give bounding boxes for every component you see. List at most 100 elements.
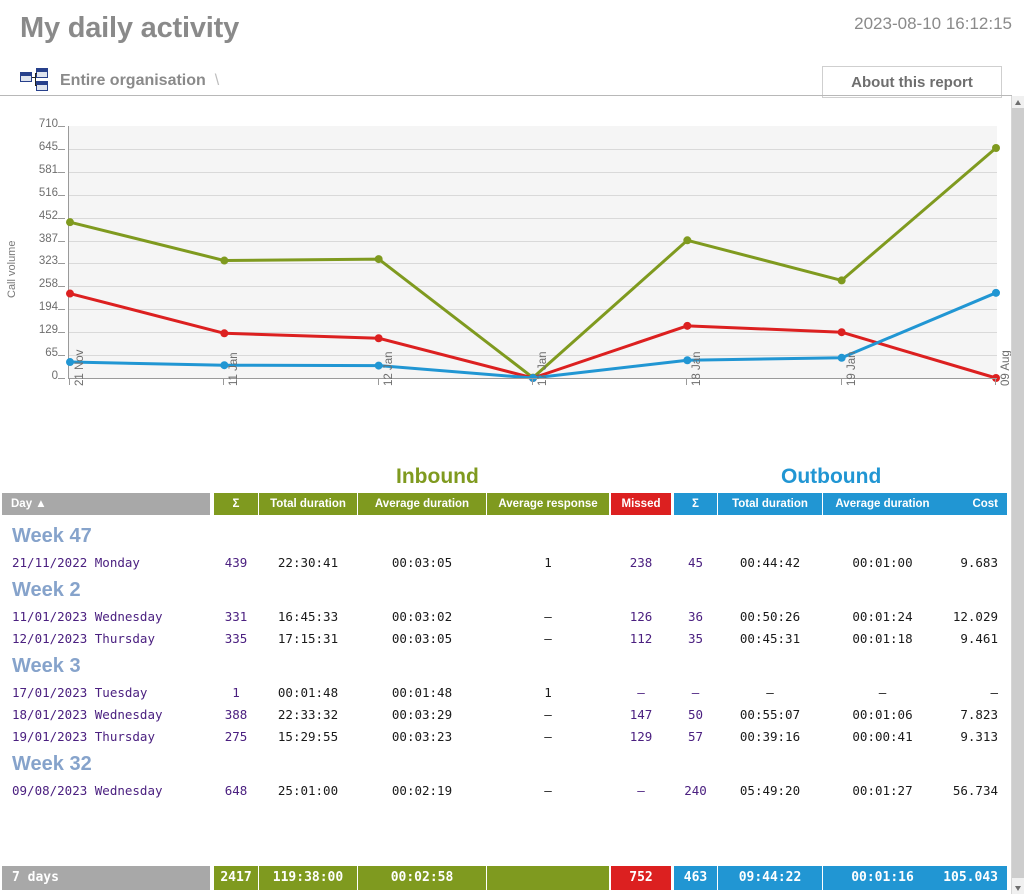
table-row[interactable]: 12/01/2023 Thursday 335 17:15:31 00:03:05 – 1… (0, 628, 1012, 650)
chart-point-outbound (374, 361, 383, 370)
chart-y-tick-mark (58, 149, 65, 151)
cell-day: 17/01/2023 Tuesday (12, 685, 148, 700)
cell-missed: 238 (629, 555, 653, 570)
cell-missed: – (637, 783, 645, 798)
cell-day: 21/11/2022 Monday (12, 555, 140, 570)
cell-in_resp: – (544, 707, 552, 722)
cell-missed: 147 (629, 707, 653, 722)
cell-missed: 129 (629, 729, 653, 744)
cell-in_resp: – (544, 783, 552, 798)
table-header-in_total[interactable]: Total duration (259, 493, 357, 515)
table-row[interactable]: 17/01/2023 Tuesday 1 00:01:48 00:01:48 1 – – – –… (0, 682, 1012, 704)
table-header-in_sum[interactable]: Σ (214, 493, 258, 515)
cell-out_total: 00:44:42 (739, 555, 801, 570)
cell-out_sum: 36 (687, 609, 704, 624)
chart-y-tick-label: 258 (38, 278, 58, 291)
scroll-down-arrow-icon[interactable] (1012, 882, 1024, 894)
chart-point-inbound (683, 236, 692, 245)
chart-y-tick-label: 452 (38, 209, 58, 222)
cell-missed: 112 (629, 631, 653, 646)
page-title: My daily activity (20, 12, 240, 44)
chart-point-missed (374, 334, 383, 343)
scroll-up-arrow-icon[interactable] (1012, 96, 1024, 108)
chart-y-tick-label: 516 (38, 186, 58, 199)
cell-in_avg: 00:03:23 (391, 729, 453, 744)
chart-y-tick-label: 0 (51, 370, 58, 382)
chart-y-axis-title: Call volume (6, 240, 18, 298)
table-header-in_avg[interactable]: Average duration (358, 493, 486, 515)
table-row[interactable]: 09/08/2023 Wednesday 648 25:01:00 00:02:19 –… (0, 780, 1012, 802)
chart-point-missed (66, 289, 74, 298)
cell-out_sum: 240 (684, 783, 707, 798)
table-header-in_resp[interactable]: Average response (487, 493, 609, 515)
chart-y-tick-mark (58, 332, 65, 334)
vertical-scrollbar[interactable] (1011, 96, 1024, 894)
table-header-cost[interactable]: Cost (933, 493, 1007, 515)
chart-point-inbound (220, 256, 229, 265)
table-body: Week 47 21/11/2022 Monday 439 22:30:41 00:03… (0, 520, 1012, 802)
table-header-out_sum[interactable]: Σ (674, 493, 717, 515)
cell-in_avg: 00:03:05 (391, 631, 453, 646)
week-group-header: Week 2 (12, 579, 81, 601)
table-row[interactable]: 21/11/2022 Monday 439 22:30:41 00:03:05 1 238… (0, 552, 1012, 574)
chart-y-tick-label: 710 (38, 118, 58, 130)
chart-x-tick-label: 12 Jan (382, 351, 395, 386)
breadcrumb-label[interactable]: Entire organisation (60, 72, 206, 90)
cell-out_total: – (766, 685, 774, 700)
cell-day: 11/01/2023 Wednesday (12, 609, 163, 624)
cell-out_total: 00:45:31 (739, 631, 801, 646)
cell-cost: 56.734 (952, 783, 998, 798)
total-in_sum: 2417 (214, 866, 258, 890)
cell-cost: 7.823 (960, 707, 998, 722)
chart-y-tick-mark (58, 354, 65, 356)
cell-out_avg: 00:01:24 (852, 609, 913, 624)
total-in_avg: 00:02:58 (358, 866, 486, 890)
cell-out_sum: – (691, 685, 700, 700)
table-row[interactable]: 19/01/2023 Thursday 275 15:29:55 00:03:23 – 1… (0, 726, 1012, 748)
table-row[interactable]: 18/01/2023 Wednesday 388 22:33:32 00:03:29 –… (0, 704, 1012, 726)
total-day: 7 days (2, 866, 210, 890)
chart-y-tick-mark (58, 263, 65, 265)
chart-y-tick-label: 194 (38, 301, 58, 314)
chart-y-tick-label: 645 (38, 141, 58, 154)
cell-out_total: 05:49:20 (739, 783, 801, 798)
chart-point-outbound (837, 353, 846, 362)
cell-in_total: 16:45:33 (277, 609, 339, 624)
cell-in_resp: 1 (544, 685, 552, 700)
cell-in_avg: 00:03:29 (391, 707, 453, 722)
cell-in_sum: 648 (224, 783, 248, 798)
cell-in_total: 22:30:41 (277, 555, 339, 570)
chart-point-inbound (837, 276, 846, 285)
chart-series-lines (66, 144, 1000, 382)
cell-in_avg: 00:03:02 (391, 609, 453, 624)
table-row[interactable]: 11/01/2023 Wednesday 331 16:45:33 00:03:02 –… (0, 606, 1012, 628)
total-out_sum: 463 (674, 866, 717, 890)
cell-in_sum: 1 (232, 685, 240, 700)
total-cost: 105.043 (933, 866, 1007, 890)
cell-out_avg: 00:01:06 (852, 707, 913, 722)
cell-in_sum: 439 (224, 555, 248, 570)
table-header-day[interactable]: Day ▲ (2, 493, 210, 515)
total-in_total: 119:38:00 (259, 866, 357, 890)
chart-y-tick-label: 65 (45, 346, 58, 359)
chart-x-tick-mark (995, 379, 996, 385)
cell-missed: – (637, 685, 645, 700)
week-group-header: Week 32 (12, 753, 92, 775)
total-missed: 752 (611, 866, 671, 890)
call-volume-chart: Call volume 0 65 129 194 258 323 387 452 516 581 6… (0, 100, 1012, 445)
table-header-out_total[interactable]: Total duration (718, 493, 822, 515)
table-header-out_avg[interactable]: Average duration (823, 493, 942, 515)
chart-y-tick-label: 387 (38, 232, 58, 245)
chart-point-inbound (992, 144, 1000, 153)
cell-in_resp: 1 (544, 555, 552, 570)
cell-out_sum: 35 (687, 631, 704, 646)
cell-missed: 126 (629, 609, 653, 624)
cell-in_avg: 00:03:05 (391, 555, 453, 570)
chart-x-tick-mark (223, 379, 225, 385)
report-timestamp: 2023-08-10 16:12:15 (854, 14, 1012, 33)
about-this-report-button[interactable]: About this report (822, 66, 1002, 98)
scrollbar-thumb[interactable] (1012, 108, 1024, 878)
table-header-missed[interactable]: Missed (611, 493, 671, 515)
cell-out_total: 00:55:07 (739, 707, 801, 722)
breadcrumb[interactable]: Entire organisation \ (20, 68, 219, 94)
